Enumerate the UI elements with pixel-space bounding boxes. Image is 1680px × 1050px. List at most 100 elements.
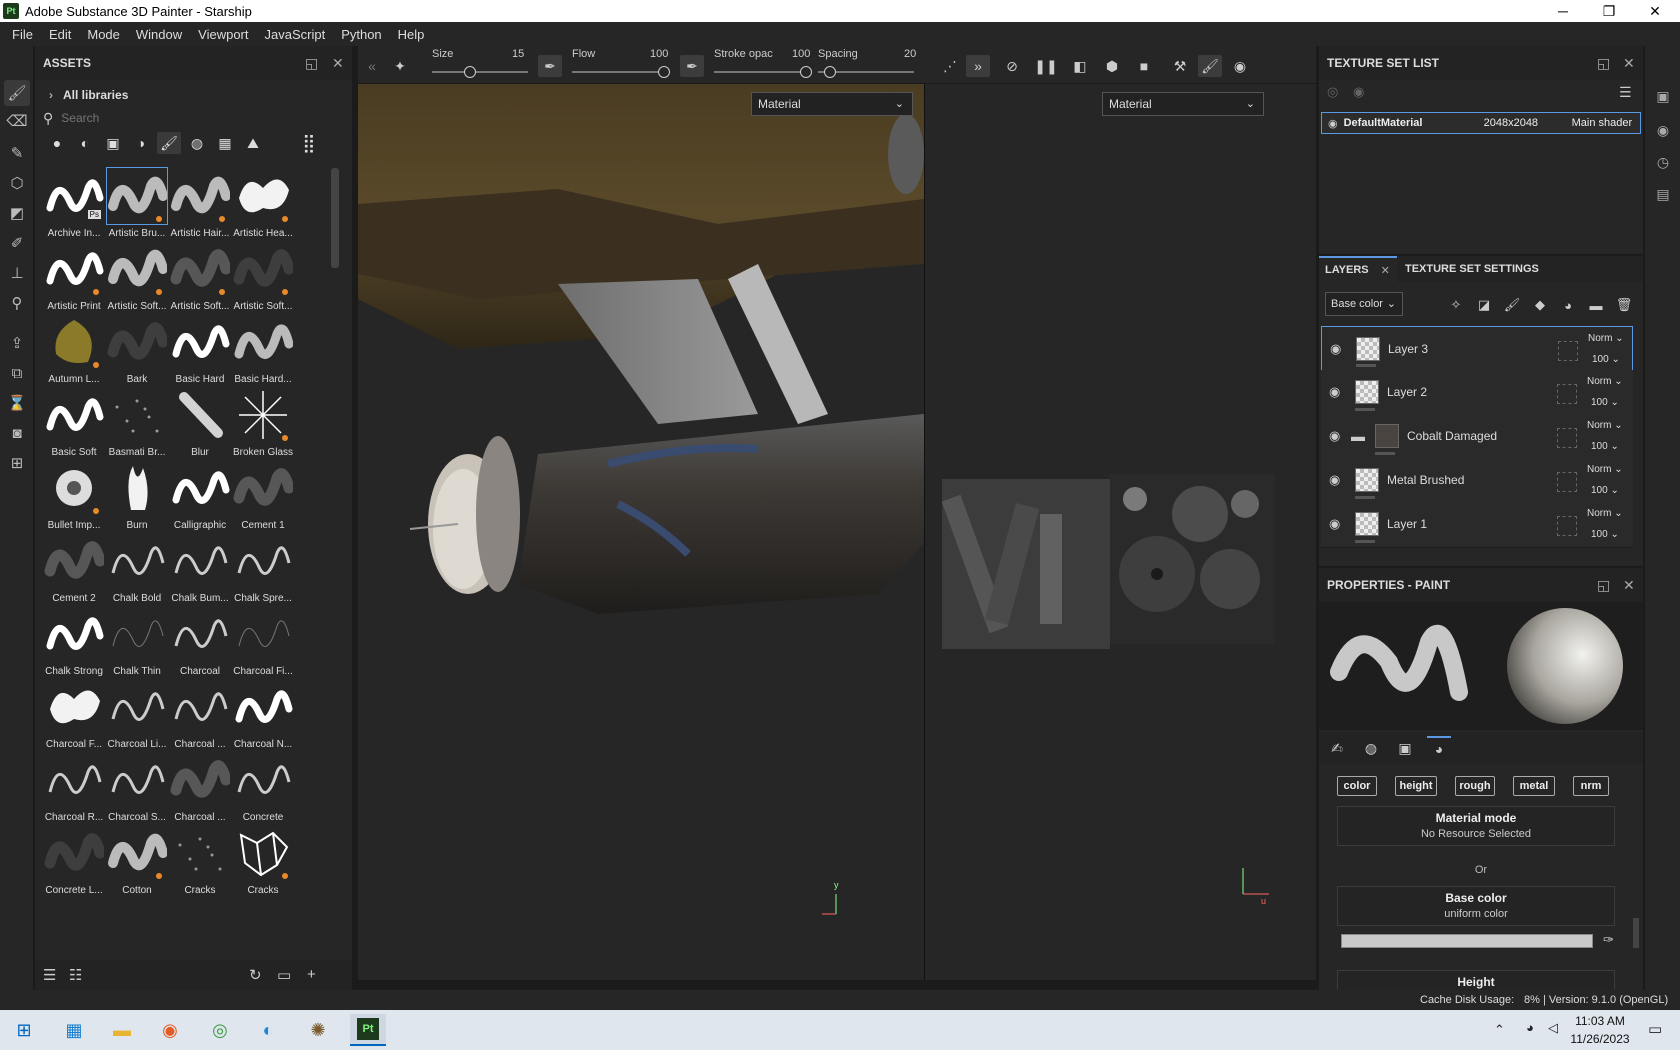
blend-mode-select[interactable]: Norm ⌄ [1587,420,1623,431]
mirror-icon[interactable]: ◧ [1068,55,1092,77]
material-tab-icon[interactable]: ◕ [1427,736,1451,760]
left-viewport-material-select[interactable]: Material ⌄ [751,92,913,116]
blend-mode-select[interactable]: Norm ⌄ [1587,508,1623,519]
layer-row[interactable]: ◉ Layer 1 Norm ⌄ 100 ⌄ [1321,502,1633,548]
brush-item[interactable]: Artistic Hea... [230,166,296,244]
brush-item[interactable]: Chalk Thin [104,604,170,682]
menu-mode[interactable]: Mode [79,27,128,42]
layer-mask-slot[interactable] [1557,384,1577,404]
layer-opacity[interactable]: 100 ⌄ [1591,441,1619,452]
channel-height-button[interactable]: height [1395,776,1437,796]
lazy-mouse-icon[interactable]: ⋰ [938,55,962,77]
folder-icon[interactable]: ▭ [277,966,291,984]
view-mode-icon[interactable]: ⬢ [1100,55,1124,77]
layer-mask-slot[interactable] [1558,341,1578,361]
base-color-box[interactable]: Base color uniform color [1337,886,1615,926]
smart-material-filter-icon[interactable]: ◐ [73,132,97,154]
channel-metal-button[interactable]: metal [1513,776,1555,796]
close-window-button[interactable]: ✕ [1632,0,1678,22]
render-icon[interactable]: ⚒ [1168,55,1192,77]
display-settings-icon[interactable]: ◙ [4,420,30,446]
material-mode-box[interactable]: Material mode No Resource Selected [1337,806,1615,846]
layer-mask-slot[interactable] [1557,516,1577,536]
add-effect-icon[interactable]: ✧ [1445,296,1467,314]
blend-mode-select[interactable]: Norm ⌄ [1588,333,1624,344]
brush-item[interactable]: Chalk Spre... [230,531,296,609]
menu-python[interactable]: Python [333,27,389,42]
onedrive-app-icon[interactable]: ▦ [56,1014,92,1046]
channel-color-button[interactable]: color [1337,776,1377,796]
brush-item[interactable]: Artistic Bru... [104,166,170,244]
history-icon[interactable]: ◷ [1653,152,1673,172]
layer-visibility-icon[interactable]: ◉ [1330,341,1341,357]
substance-painter-taskbar-icon[interactable]: Pt [350,1014,386,1046]
menu-list-icon[interactable]: ☰ [1619,84,1632,101]
right-viewport-material-select[interactable]: Material ⌄ [1102,92,1264,116]
measure-icon[interactable]: ⌛ [4,390,30,416]
alpha-tab-icon[interactable]: ◍ [1359,736,1383,760]
brush-item[interactable]: Broken Glass [230,385,296,463]
color-picker-icon[interactable]: ⚲ [4,290,30,316]
brush-item[interactable]: Basic Hard [167,312,233,390]
library-breadcrumb[interactable]: › All libraries [35,84,352,106]
chevron-up-icon[interactable]: ⌃ [1494,1022,1505,1038]
clock-time[interactable]: 11:03 AM [1570,1014,1630,1028]
layer-opacity[interactable]: 100 ⌄ [1592,354,1620,365]
layer-row[interactable]: ◉ Layer 3 Norm ⌄ 100 ⌄ [1321,326,1633,372]
brush-item[interactable]: Chalk Bold [104,531,170,609]
float-panel-icon[interactable]: ◱ [305,55,318,72]
edge-icon[interactable]: ◐ [250,1014,286,1046]
brush-item[interactable]: Cement 2 [41,531,107,609]
paint-mode-icon[interactable]: 🖌 [1198,55,1222,77]
maximize-button[interactable]: ❐ [1586,0,1632,22]
float-panel-icon[interactable]: ◱ [1597,55,1610,72]
visibility-all-icon[interactable]: ◉ [1353,84,1364,100]
symmetry-off-icon[interactable]: ⊘ [1000,55,1024,77]
network-icon[interactable]: ◕ [1526,1020,1534,1035]
projection-icon[interactable]: ✎ [4,140,30,166]
float-panel-icon[interactable]: ◱ [1597,577,1610,594]
brush-item[interactable]: Basic Soft [41,385,107,463]
refresh-icon[interactable]: ↻ [249,966,262,984]
brush-item[interactable]: Cement 1 [230,458,296,536]
brush-item[interactable]: Blur [167,385,233,463]
blend-mode-select[interactable]: Norm ⌄ [1587,376,1623,387]
menu-file[interactable]: File [4,27,41,42]
add-folder-icon[interactable]: ▬ [1585,296,1607,314]
menu-javascript[interactable]: JavaScript [256,27,333,42]
channel-rough-button[interactable]: rough [1455,776,1495,796]
texture-filter-icon[interactable]: ▦ [213,132,237,154]
delete-layer-icon[interactable]: 🗑 [1613,296,1635,314]
layer-row[interactable]: ◉ Metal Brushed Norm ⌄ 100 ⌄ [1321,458,1633,504]
channel-select[interactable]: Base color ⌄ [1325,292,1403,316]
add-smart-material-icon[interactable]: ◕ [1557,296,1579,314]
brush-tab-icon[interactable]: ✍ [1325,736,1349,760]
file-explorer-icon[interactable]: ▬ [104,1014,140,1046]
layer-mask-slot[interactable] [1557,428,1577,448]
pen-pressure-flow-icon[interactable]: ✒ [680,55,704,77]
expand-toolbar-icon[interactable]: » [966,55,990,77]
add-fill-layer-icon[interactable]: ◆ [1529,296,1551,314]
environment-filter-icon[interactable]: ⛰ [241,132,265,154]
pen-pressure-size-icon[interactable]: ✒ [538,55,562,77]
material-filter-icon[interactable]: ● [45,132,69,154]
generator-filter-icon[interactable]: ◑ [129,132,153,154]
brush-item[interactable]: Concrete L... [41,823,107,901]
height-box[interactable]: Height [1337,970,1615,990]
eraser-icon[interactable]: ⌫ [4,108,30,134]
geometry-fill-icon[interactable]: ⬡ [4,170,30,196]
brush-item[interactable]: Charcoal Li... [104,677,170,755]
collapse-left-icon[interactable]: « [360,55,384,77]
layer-mask-slot[interactable] [1557,472,1577,492]
brush-presets-icon[interactable]: ✦ [388,55,412,77]
smudge-icon[interactable]: ✐ [4,230,30,256]
spacing-slider[interactable]: Spacing 20 [818,46,918,84]
visibility-icon[interactable]: ◎ [1327,84,1338,100]
layer-visibility-icon[interactable]: ◉ [1329,472,1340,488]
polygon-fill-icon[interactable]: ◩ [4,200,30,226]
windows-start-icon[interactable]: ⊞ [6,1014,42,1046]
menu-window[interactable]: Window [128,27,190,42]
flow-slider[interactable]: Flow 100 [572,46,672,84]
asset-search[interactable]: ⚲ [43,108,343,128]
layer-row[interactable]: ◉ Layer 2 Norm ⌄ 100 ⌄ [1321,370,1633,416]
